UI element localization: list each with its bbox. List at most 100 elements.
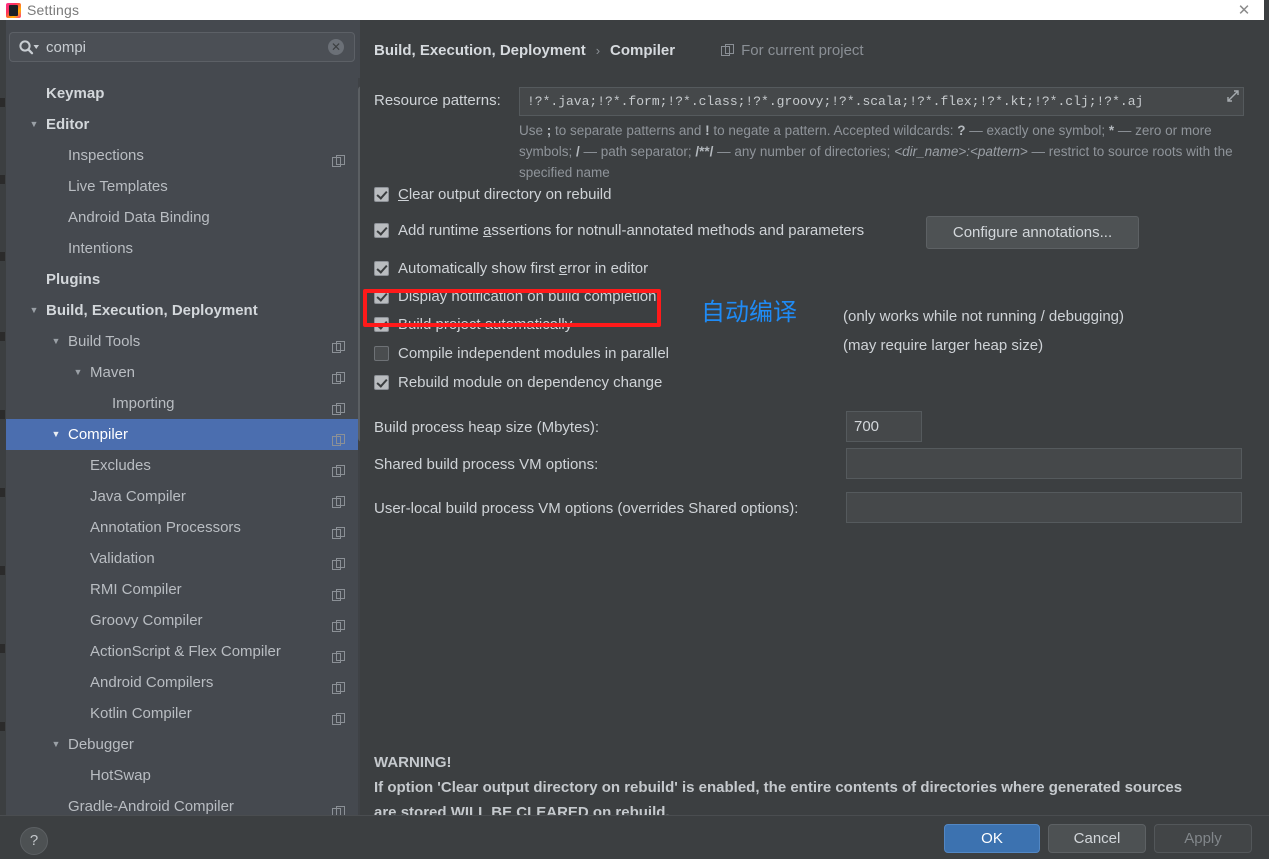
intellij-idea-logo-icon — [6, 2, 21, 18]
chevron-down-icon[interactable]: ▼ — [48, 729, 64, 760]
checkbox-label: Automatically show first error in editor — [398, 260, 649, 277]
copy-settings-icon — [332, 427, 346, 446]
sidebar-item-build-tools[interactable]: ▼ Build Tools — [6, 326, 360, 357]
copy-settings-icon — [332, 582, 346, 601]
sidebar-item-label: Validation — [90, 550, 155, 567]
copy-settings-icon — [332, 148, 346, 167]
sidebar-item-validation[interactable]: Validation — [6, 543, 360, 574]
titlebar-edge — [1264, 0, 1269, 20]
sidebar-item-debugger[interactable]: ▼ Debugger — [6, 729, 360, 760]
settings-dialog: compi ✕ Keymap ▼ Editor Inspections Live Tem… — [0, 20, 1269, 859]
bg-notch — [0, 332, 5, 341]
checkbox-box[interactable] — [374, 223, 389, 238]
sidebar-item-editor[interactable]: ▼ Editor — [6, 109, 360, 140]
copy-settings-icon — [332, 489, 346, 508]
sidebar-item-importing[interactable]: Importing — [6, 388, 360, 419]
checkbox-label: Add runtime assertions for notnull-annot… — [398, 222, 865, 239]
chevron-down-icon[interactable]: ▼ — [70, 357, 86, 388]
sidebar-item-build-execution-deployment[interactable]: ▼ Build, Execution, Deployment — [6, 295, 360, 326]
checkbox-side-note: (may require larger heap size) — [843, 337, 1044, 354]
close-icon[interactable]: ✕ — [1233, 2, 1255, 19]
bg-notch — [0, 488, 5, 497]
chevron-down-icon[interactable]: ▼ — [26, 295, 42, 326]
checkbox-rebuild-module-on-dependency-change[interactable]: Rebuild module on dependency change — [374, 374, 662, 391]
sidebar-item-maven[interactable]: ▼ Maven — [6, 357, 360, 388]
checkbox-box[interactable] — [374, 261, 389, 276]
copy-settings-icon — [332, 799, 346, 815]
bg-notch — [0, 98, 5, 107]
bg-notch — [0, 410, 5, 419]
chevron-down-icon[interactable]: ▼ — [26, 109, 42, 140]
field-value: 700 — [854, 418, 880, 435]
dialog-button-bar: ? OK Cancel Apply — [0, 815, 1269, 859]
checkbox-box[interactable] — [374, 346, 389, 361]
sidebar-item-label: Plugins — [46, 271, 101, 288]
chevron-down-icon[interactable]: ▼ — [48, 326, 64, 357]
configure-annotations-button[interactable]: Configure annotations... — [926, 216, 1139, 249]
bg-notch — [0, 566, 5, 575]
sidebar-item-label: Intentions — [68, 240, 134, 257]
search-input[interactable]: compi ✕ — [9, 32, 355, 62]
search-icon[interactable] — [18, 39, 40, 55]
sidebar-item-android-data-binding[interactable]: Android Data Binding — [6, 202, 360, 233]
bg-notch — [0, 175, 5, 184]
scope-hint: For current project — [721, 42, 864, 59]
sidebar-item-android-compilers[interactable]: Android Compilers — [6, 667, 360, 698]
resource-patterns-value: !?*.java;!?*.form;!?*.class;!?*.groovy;!… — [527, 94, 1144, 109]
settings-tree[interactable]: Keymap ▼ Editor Inspections Live Templates An… — [6, 78, 360, 815]
ok-button[interactable]: OK — [944, 824, 1040, 853]
sidebar-item-plugins[interactable]: Plugins — [6, 264, 360, 295]
sidebar-item-keymap[interactable]: Keymap — [6, 78, 360, 109]
field-input-1[interactable] — [846, 448, 1242, 479]
clear-search-icon[interactable]: ✕ — [328, 39, 344, 55]
checkbox-label: Compile independent modules in parallel — [398, 345, 670, 362]
apply-button[interactable]: Apply — [1154, 824, 1252, 853]
sidebar-item-label: Debugger — [68, 736, 134, 753]
search-field-wrapper[interactable]: compi ✕ — [9, 32, 355, 62]
sidebar-item-label: Android Data Binding — [68, 209, 210, 226]
sidebar-item-inspections[interactable]: Inspections — [6, 140, 360, 171]
resource-patterns-hint: Use ; to separate patterns and ! to nega… — [519, 123, 1233, 180]
sidebar-item-actionscript-flex-compiler[interactable]: ActionScript & Flex Compiler — [6, 636, 360, 667]
checkbox-automatically-show-first-error-in-editor[interactable]: Automatically show first error in editor — [374, 260, 648, 277]
field-input-2[interactable] — [846, 492, 1242, 523]
checkbox-box[interactable] — [374, 187, 389, 202]
expand-arrow-icon[interactable] — [1223, 88, 1243, 115]
sidebar-item-label: Importing — [112, 395, 175, 412]
breadcrumb-parent[interactable]: Build, Execution, Deployment — [374, 42, 586, 59]
checkbox-add-runtime-assertions-for-notnull-annotated-methods-and-parameters[interactable]: Add runtime assertions for notnull-annot… — [374, 222, 864, 239]
sidebar-item-java-compiler[interactable]: Java Compiler — [6, 481, 360, 512]
sidebar-item-compiler[interactable]: ▼ Compiler — [6, 419, 360, 450]
resource-patterns-input[interactable]: !?*.java;!?*.form;!?*.class;!?*.groovy;!… — [519, 87, 1244, 116]
checkbox-box[interactable] — [374, 375, 389, 390]
copy-settings-icon — [332, 396, 346, 415]
sidebar-item-label: Java Compiler — [90, 488, 186, 505]
checkbox-label: Clear output directory on rebuild — [398, 186, 612, 203]
sidebar-item-groovy-compiler[interactable]: Groovy Compiler — [6, 605, 360, 636]
breadcrumb: Build, Execution, Deployment › Compiler … — [374, 42, 864, 59]
sidebar-item-gradle-android-compiler[interactable]: Gradle-Android Compiler — [6, 791, 360, 815]
field-label: Build process heap size (Mbytes): — [374, 419, 600, 436]
sidebar-item-label: RMI Compiler — [90, 581, 182, 598]
sidebar-item-excludes[interactable]: Excludes — [6, 450, 360, 481]
sidebar-item-label: Editor — [46, 116, 90, 133]
sidebar-item-annotation-processors[interactable]: Annotation Processors — [6, 512, 360, 543]
checkbox-clear-output-directory-on-rebuild[interactable]: Clear output directory on rebuild — [374, 186, 611, 203]
checkbox-compile-independent-modules-in-parallel[interactable]: Compile independent modules in parallel — [374, 345, 669, 362]
cancel-button[interactable]: Cancel — [1048, 824, 1146, 853]
copy-settings-icon — [332, 334, 346, 353]
help-button[interactable]: ? — [20, 827, 48, 855]
sidebar-item-label: ActionScript & Flex Compiler — [90, 643, 281, 660]
sidebar-item-rmi-compiler[interactable]: RMI Compiler — [6, 574, 360, 605]
bg-notch — [0, 722, 5, 731]
chevron-down-icon[interactable]: ▼ — [48, 419, 64, 450]
sidebar-item-kotlin-compiler[interactable]: Kotlin Compiler — [6, 698, 360, 729]
sidebar-item-live-templates[interactable]: Live Templates — [6, 171, 360, 202]
sidebar-item-label: Android Compilers — [90, 674, 214, 691]
scope-hint-label: For current project — [741, 42, 864, 59]
copy-settings-icon — [332, 458, 346, 477]
sidebar-item-label: Build, Execution, Deployment — [46, 302, 258, 319]
field-input-0[interactable]: 700 — [846, 411, 922, 442]
sidebar-item-hotswap[interactable]: HotSwap — [6, 760, 360, 791]
sidebar-item-intentions[interactable]: Intentions — [6, 233, 360, 264]
